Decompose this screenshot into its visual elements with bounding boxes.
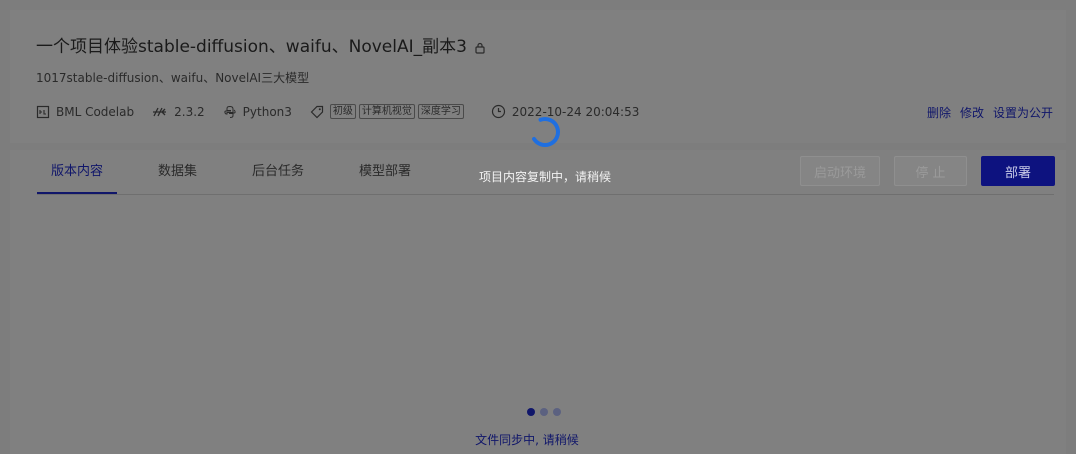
project-page: 一个项目体验stable-diffusion、waifu、NovelAI_副本3… <box>0 0 1076 454</box>
sync-progress-dots <box>527 408 566 416</box>
tag-dl: 深度学习 <box>417 104 464 119</box>
env-meta: BML Codelab <box>36 105 134 119</box>
progress-dot <box>527 408 535 416</box>
python-icon <box>224 105 236 118</box>
loading-message: 项目内容复制中，请稍候 <box>478 170 611 184</box>
tag-icon <box>310 105 324 118</box>
project-meta: BML Codelab 2.3.2 Python3 初级 计算机视觉 深度学习 … <box>36 104 657 119</box>
lock-icon <box>475 39 485 54</box>
version-label: 2.3.2 <box>174 104 205 119</box>
project-subtitle: 1017stable-diffusion、waifu、NovelAI三大模型 <box>36 71 310 85</box>
tag-cv: 计算机视觉 <box>358 104 415 119</box>
codelab-icon <box>36 105 50 118</box>
env-label: BML Codelab <box>56 104 135 119</box>
timestamp-meta: 2022-10-24 20:04:53 <box>491 104 639 119</box>
tab-divider <box>37 194 1054 195</box>
project-actions: 删除 修改 设置为公开 <box>918 104 1053 121</box>
make-public-link[interactable]: 设置为公开 <box>993 104 1053 121</box>
project-content: 版本内容 数据集 后台任务 模型部署 启动环境 停 止 部署 文件同步中, 请稍… <box>10 150 1066 454</box>
language-label: Python3 <box>242 104 292 119</box>
edit-link[interactable]: 修改 <box>960 104 984 121</box>
framework-icon <box>153 107 167 116</box>
sync-status: 文件同步中, 请稍候 <box>475 433 579 447</box>
clock-icon <box>491 104 506 119</box>
progress-dot <box>553 408 561 416</box>
project-title: 一个项目体验stable-diffusion、waifu、NovelAI_副本3 <box>36 37 467 57</box>
language-meta: Python3 <box>223 105 292 119</box>
tags-meta: 初级 计算机视觉 深度学习 <box>310 104 467 119</box>
progress-dot <box>540 408 548 416</box>
version-meta: 2.3.2 <box>152 105 205 119</box>
loading-spinner-icon <box>530 117 560 147</box>
delete-link[interactable]: 删除 <box>927 104 951 121</box>
project-title-row: 一个项目体验stable-diffusion、waifu、NovelAI_副本3 <box>36 32 485 57</box>
tag-level: 初级 <box>329 104 356 119</box>
